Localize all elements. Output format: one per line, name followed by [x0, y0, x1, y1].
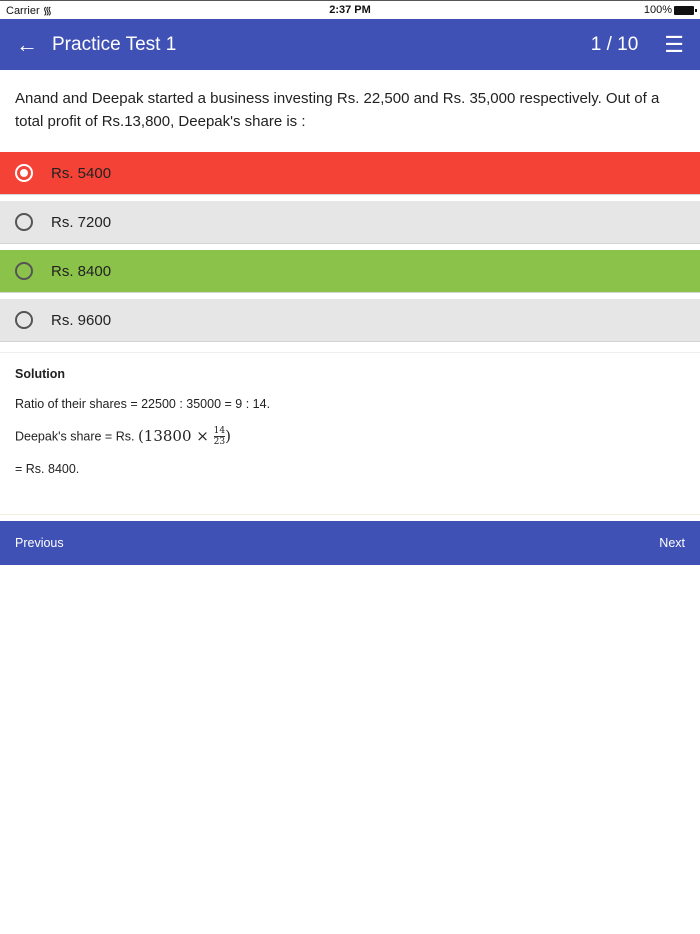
solution-text: Deepak's share = Rs. — [15, 429, 135, 444]
back-arrow-icon[interactable]: ← — [16, 32, 52, 58]
option-label: Rs. 5400 — [51, 164, 112, 182]
carrier: Carrier ᯾ — [6, 4, 53, 17]
option-3[interactable]: Rs. 8400 — [0, 250, 700, 293]
solution-heading: Solution — [15, 367, 65, 381]
options-list: Rs. 5400 Rs. 7200 Rs. 8400 Rs. 9600 — [0, 152, 700, 342]
denominator: 23 — [213, 437, 226, 447]
option-2[interactable]: Rs. 7200 — [0, 201, 700, 244]
option-1[interactable]: Rs. 5400 — [0, 152, 700, 195]
next-button[interactable]: Next — [659, 536, 685, 550]
math-text: ) — [225, 426, 231, 445]
question-counter: 1 / 10 — [590, 33, 639, 55]
page-title: Practice Test 1 — [52, 33, 177, 55]
fraction: 14 23 — [213, 426, 226, 447]
radio-icon[interactable] — [15, 311, 33, 329]
wifi-icon: ᯾ — [42, 4, 53, 17]
option-label: Rs. 8400 — [51, 262, 112, 280]
previous-button[interactable]: Previous — [15, 536, 64, 550]
app-bar: ← Practice Test 1 1 / 10 ☰ — [0, 19, 700, 70]
option-label: Rs. 9600 — [51, 311, 112, 329]
math-text: (13800 × — [137, 426, 209, 445]
clock: 2:37 PM — [329, 4, 371, 16]
battery-status: 100% — [644, 4, 697, 16]
question-text: Anand and Deepak started a business inve… — [15, 90, 660, 130]
math-expression: (13800 × 14 23) — [137, 426, 231, 447]
solution-line: Ratio of their shares = 22500 : 35000 = … — [15, 397, 271, 411]
radio-icon[interactable] — [15, 262, 33, 280]
option-4[interactable]: Rs. 9600 — [0, 299, 700, 342]
option-label: Rs. 7200 — [51, 213, 112, 231]
solution-panel: Solution Ratio of their shares = 22500 :… — [0, 352, 700, 515]
menu-icon[interactable]: ☰ — [664, 32, 684, 58]
solution-line: = Rs. 8400. — [15, 462, 80, 476]
radio-selected-icon[interactable] — [15, 164, 33, 182]
radio-icon[interactable] — [15, 213, 33, 231]
battery-icon — [674, 5, 697, 15]
numerator: 14 — [213, 426, 226, 437]
navigation-bar: Previous Next — [0, 521, 700, 565]
status-bar: Carrier ᯾ 2:37 PM 100% — [0, 0, 700, 19]
solution-line: Deepak's share = Rs. (13800 × 14 23) — [15, 426, 685, 447]
